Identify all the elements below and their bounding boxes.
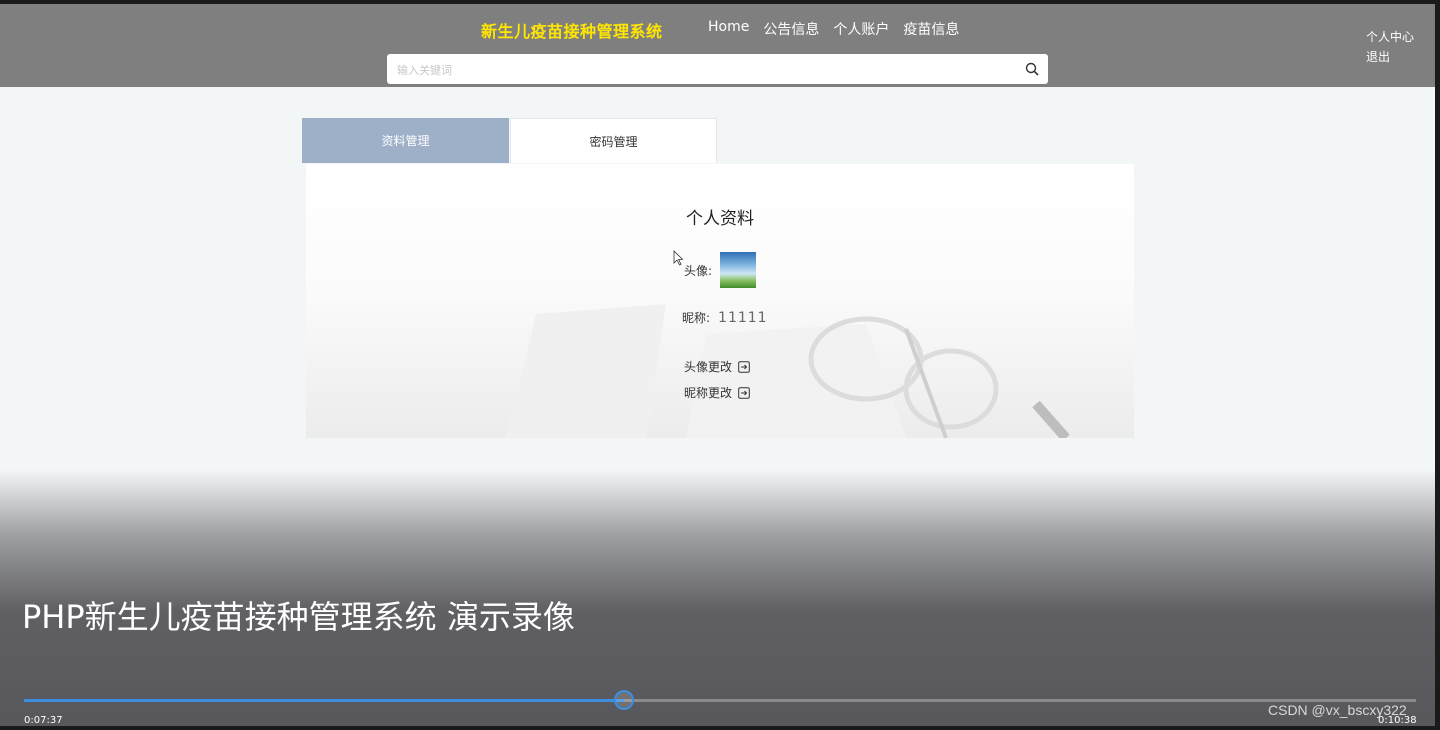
search-bar [387,54,1048,86]
avatar [720,252,757,288]
tab-profile-management[interactable]: 资料管理 [302,118,509,163]
nickname-label: 昵称: [682,311,711,325]
site-header: 新生儿疫苗接种管理系统 Home 公告信息 个人账户 疫苗信息 个人中心 退出 [0,4,1435,87]
nickname-value: 11111 [718,309,768,326]
profile-title: 个人资料 [686,209,754,229]
watermark: CSDN @vx_bscxy322 [1268,702,1407,718]
frame-right-border [1435,0,1440,730]
nickname-row: 昵称: 11111 [682,309,768,326]
video-progress-fill [24,699,624,702]
arrow-right-box-icon [738,386,750,399]
nav-account[interactable]: 个人账户 [833,19,889,39]
nav-home[interactable]: Home [708,19,749,39]
nav-announcements[interactable]: 公告信息 [763,19,819,39]
video-title: PHP新生儿疫苗接种管理系统 演示录像 [22,598,575,636]
search-icon[interactable] [1024,61,1040,77]
tab-password-management[interactable]: 密码管理 [510,118,717,163]
logout-link[interactable]: 退出 [1366,48,1414,65]
avatar-label: 头像: [684,263,713,278]
change-avatar-button[interactable]: 头像更改 [684,358,750,375]
video-frame: 新生儿疫苗接种管理系统 Home 公告信息 个人账户 疫苗信息 个人中心 退出 … [0,0,1440,730]
mouse-cursor-icon [673,250,684,266]
arrow-right-box-icon [738,360,750,373]
current-time: 0:07:37 [24,715,63,726]
personal-center-link[interactable]: 个人中心 [1366,28,1414,45]
change-nickname-label: 昵称更改 [684,386,733,400]
user-links: 个人中心 退出 [1366,28,1414,65]
profile-panel: 个人资料 头像: 昵称: 11111 头像更改 昵称更改 [306,164,1134,438]
video-progress-bar[interactable] [24,690,1416,710]
search-input[interactable] [395,54,1019,86]
nav-vaccine-info[interactable]: 疫苗信息 [903,19,959,39]
change-nickname-button[interactable]: 昵称更改 [684,384,750,401]
avatar-row: 头像: [684,252,757,288]
change-avatar-label: 头像更改 [684,360,733,374]
frame-bottom-border [0,726,1440,730]
video-progress-handle[interactable] [613,690,634,710]
site-title: 新生儿疫苗接种管理系统 [481,22,663,41]
main-nav: Home 公告信息 个人账户 疫苗信息 [708,19,959,39]
